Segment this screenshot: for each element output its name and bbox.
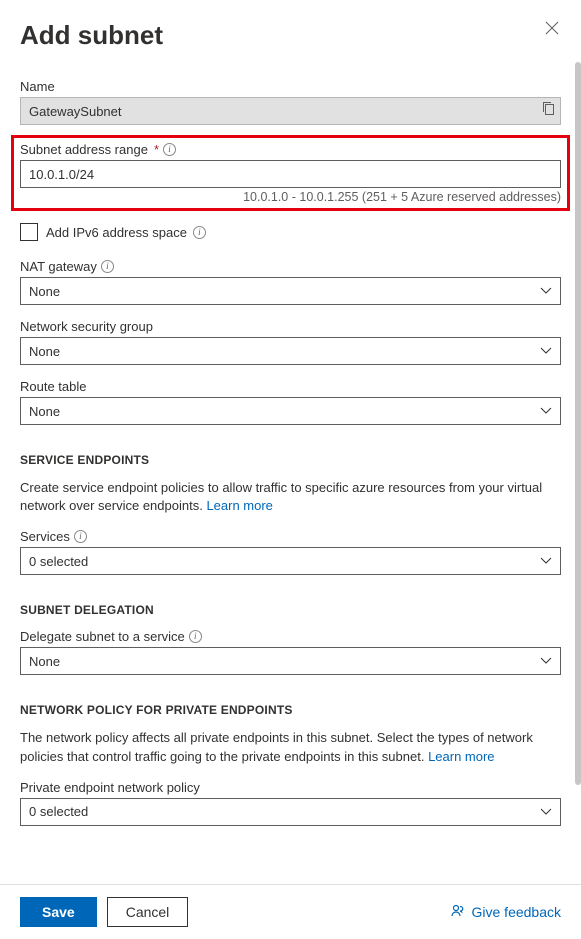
nat-gateway-select[interactable]: None	[20, 277, 561, 305]
chevron-down-icon	[540, 808, 552, 816]
network-policy-heading: NETWORK POLICY FOR PRIVATE ENDPOINTS	[20, 703, 561, 717]
copy-icon[interactable]	[542, 101, 555, 121]
subnet-delegation-heading: SUBNET DELEGATION	[20, 603, 561, 617]
services-select[interactable]: 0 selected	[20, 547, 561, 575]
chevron-down-icon	[540, 347, 552, 355]
scrollbar[interactable]	[575, 62, 581, 884]
service-endpoints-desc: Create service endpoint policies to allo…	[20, 479, 561, 515]
name-field: Name	[20, 79, 561, 125]
nat-gateway-field: NAT gateway i None	[20, 259, 561, 305]
info-icon[interactable]: i	[74, 530, 87, 543]
nat-gateway-label: NAT gateway i	[20, 259, 561, 274]
chevron-down-icon	[540, 557, 552, 565]
panel-header: Add subnet	[20, 16, 561, 51]
panel-footer: Save Cancel Give feedback	[0, 884, 581, 939]
ipv6-label: Add IPv6 address space i	[46, 225, 206, 240]
feedback-icon	[450, 903, 466, 922]
private-endpoint-policy-select[interactable]: 0 selected	[20, 798, 561, 826]
ipv6-checkbox[interactable]	[20, 223, 38, 241]
address-range-label: Subnet address range* i	[20, 142, 561, 157]
panel-title: Add subnet	[20, 16, 163, 51]
network-policy-learn-more[interactable]: Learn more	[428, 749, 494, 764]
address-range-hint: 10.0.1.0 - 10.0.1.255 (251 + 5 Azure res…	[20, 190, 561, 204]
panel-body: Add subnet Name Subnet address range* i …	[0, 0, 581, 884]
private-endpoint-policy-label: Private endpoint network policy	[20, 780, 561, 795]
chevron-down-icon	[540, 407, 552, 415]
info-icon[interactable]: i	[193, 226, 206, 239]
ipv6-row: Add IPv6 address space i	[20, 223, 561, 241]
nsg-field: Network security group None	[20, 319, 561, 365]
info-icon[interactable]: i	[163, 143, 176, 156]
address-range-highlight: Subnet address range* i 10.0.1.0 - 10.0.…	[11, 135, 570, 211]
save-button[interactable]: Save	[20, 897, 97, 927]
close-icon[interactable]	[541, 16, 561, 42]
info-icon[interactable]: i	[189, 630, 202, 643]
cancel-button[interactable]: Cancel	[107, 897, 189, 927]
service-endpoints-heading: SERVICE ENDPOINTS	[20, 453, 561, 467]
info-icon[interactable]: i	[101, 260, 114, 273]
delegation-label: Delegate subnet to a service i	[20, 629, 561, 644]
name-input[interactable]	[20, 97, 561, 125]
route-table-field: Route table None	[20, 379, 561, 425]
nsg-select[interactable]: None	[20, 337, 561, 365]
services-field: Services i 0 selected	[20, 529, 561, 575]
route-table-label: Route table	[20, 379, 561, 394]
nsg-label: Network security group	[20, 319, 561, 334]
address-range-input[interactable]	[20, 160, 561, 188]
service-endpoints-learn-more[interactable]: Learn more	[206, 498, 272, 513]
chevron-down-icon	[540, 287, 552, 295]
delegation-select[interactable]: None	[20, 647, 561, 675]
services-label: Services i	[20, 529, 561, 544]
route-table-select[interactable]: None	[20, 397, 561, 425]
network-policy-desc: The network policy affects all private e…	[20, 729, 561, 765]
give-feedback-link[interactable]: Give feedback	[450, 903, 562, 922]
delegation-field: Delegate subnet to a service i None	[20, 629, 561, 675]
chevron-down-icon	[540, 657, 552, 665]
private-endpoint-policy-field: Private endpoint network policy 0 select…	[20, 780, 561, 826]
name-label: Name	[20, 79, 561, 94]
